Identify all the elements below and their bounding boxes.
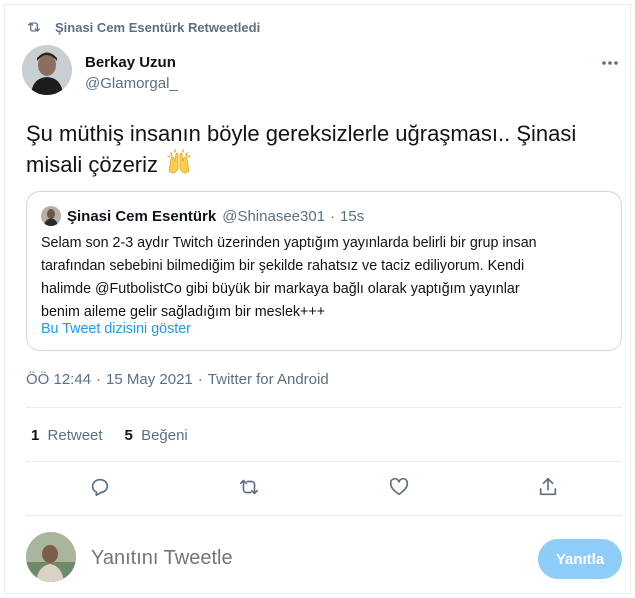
like-count-label: Beğeni	[141, 427, 188, 444]
like-count-value: 5	[124, 427, 133, 444]
share-icon	[539, 477, 557, 496]
retweet-count[interactable]: 1 Retweet	[31, 427, 103, 444]
tweet-text-line: Şu müthiş insanın böyle gereksizlerle uğ…	[26, 121, 577, 146]
retweet-icon	[28, 22, 40, 32]
reply-button[interactable]	[89, 476, 113, 500]
tweet-date[interactable]: 15 May 2021	[106, 371, 193, 388]
action-bar	[26, 471, 622, 505]
raising-hands-emoji-icon	[166, 149, 192, 183]
quoted-text-line: Selam son 2-3 aydır Twitch üzerinden yap…	[41, 235, 537, 251]
reply-input[interactable]	[91, 547, 511, 570]
avatar	[41, 206, 61, 226]
divider	[26, 515, 622, 516]
tweet-card: Şinasi Cem Esentürk Retweetledi Berkay U…	[4, 4, 631, 594]
quoted-author-name: Şinasi Cem Esentürk	[67, 207, 217, 225]
retweet-count-label: Retweet	[47, 427, 103, 444]
quoted-author-handle: @Shinasee301	[222, 207, 326, 225]
share-button[interactable]	[537, 476, 561, 500]
tweet-metadata: ÖÖ 12:44 · 15 May 2021 · Twitter for And…	[26, 371, 329, 388]
tweet-text-line: misali çözeriz	[26, 152, 159, 177]
avatar	[26, 532, 76, 582]
show-thread-link[interactable]: Bu Tweet dizisini göster	[41, 321, 191, 337]
separator-dot: ·	[96, 371, 102, 388]
quoted-timestamp[interactable]: 15s	[340, 208, 364, 225]
avatar[interactable]	[22, 45, 72, 95]
quoted-text-line: halimde @FutbolistCo gibi büyük bir mark…	[41, 281, 520, 297]
divider	[26, 461, 622, 462]
reply-icon	[91, 478, 109, 497]
quoted-tweet[interactable]: Şinasi Cem Esentürk @Shinasee301 · 15s S…	[26, 191, 622, 351]
quoted-text-line: tarafından sebebini bilmediğim bir şekil…	[41, 258, 525, 274]
separator-dot: ·	[330, 207, 336, 225]
more-options-icon[interactable]	[600, 55, 620, 71]
retweet-context[interactable]: Şinasi Cem Esentürk Retweetledi	[26, 19, 260, 35]
quoted-tweet-text: Selam son 2-3 aydır Twitch üzerinden yap…	[41, 232, 607, 324]
like-button[interactable]	[388, 476, 412, 500]
quoted-tweet-header: Şinasi Cem Esentürk @Shinasee301 · 15s	[41, 206, 364, 226]
author-row: Berkay Uzun @Glamorgal_	[22, 45, 622, 99]
reply-composer: Yanıtla	[26, 529, 626, 587]
tweet-source[interactable]: Twitter for Android	[208, 371, 329, 388]
retweet-count-value: 1	[31, 427, 40, 444]
tweet-time[interactable]: ÖÖ 12:44	[26, 371, 91, 388]
author-name[interactable]: Berkay Uzun	[85, 54, 176, 71]
reply-submit-button[interactable]: Yanıtla	[538, 539, 622, 579]
retweet-button[interactable]	[238, 476, 262, 500]
separator-dot: ·	[197, 371, 203, 388]
retweet-context-label: Şinasi Cem Esentürk Retweetledi	[55, 19, 261, 35]
retweet-icon	[239, 479, 259, 495]
like-count[interactable]: 5 Beğeni	[125, 427, 188, 444]
author-handle[interactable]: @Glamorgal_	[85, 75, 178, 92]
divider	[26, 407, 622, 408]
tweet-text: Şu müthiş insanın böyle gereksizlerle uğ…	[26, 118, 626, 183]
heart-icon	[389, 477, 409, 496]
engagement-stats: 1 Retweet 5 Beğeni	[31, 427, 210, 444]
